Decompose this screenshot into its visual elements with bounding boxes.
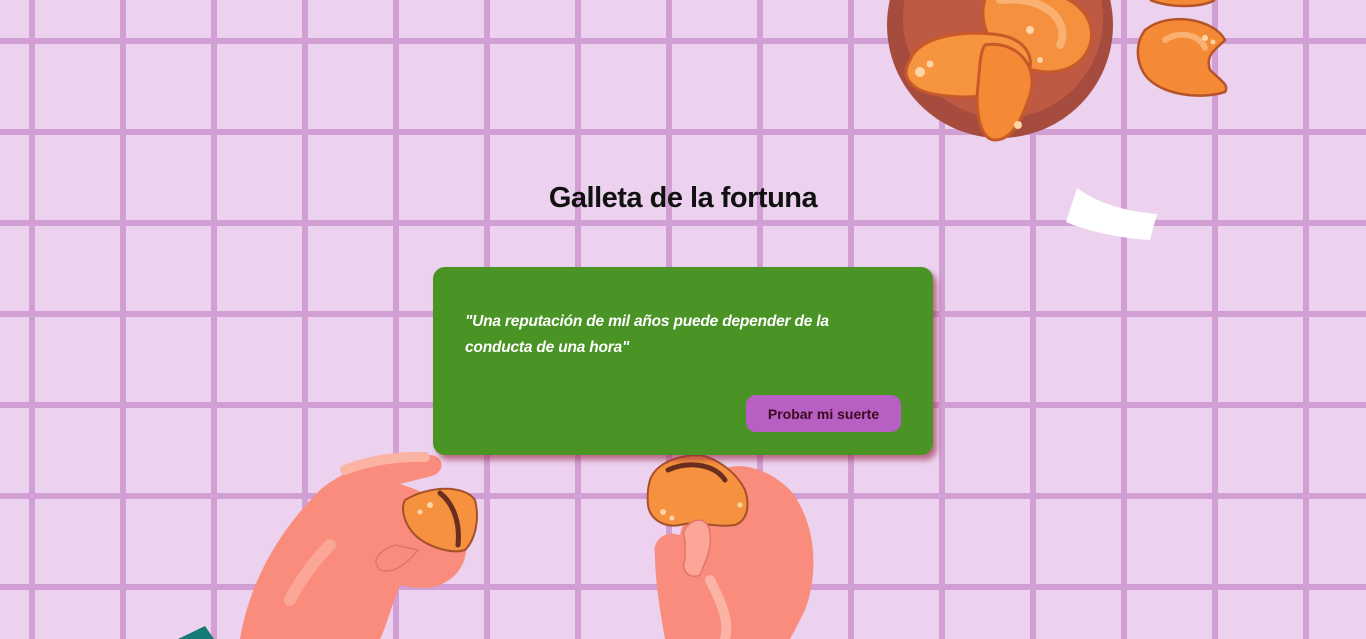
left-hand-illustration [240, 451, 478, 639]
try-luck-button[interactable]: Probar mi suerte [746, 395, 901, 432]
page-title: Galleta de la fortuna [548, 182, 818, 214]
sleeve-illustration [178, 626, 214, 639]
fortune-cookie-illustration [1136, 0, 1228, 97]
right-hand-illustration [646, 453, 814, 639]
fortune-card: "Una reputación de mil años puede depend… [433, 267, 933, 455]
fortune-message: "Una reputación de mil años puede depend… [465, 313, 829, 356]
cookie-bowl-illustration [887, 0, 1113, 142]
